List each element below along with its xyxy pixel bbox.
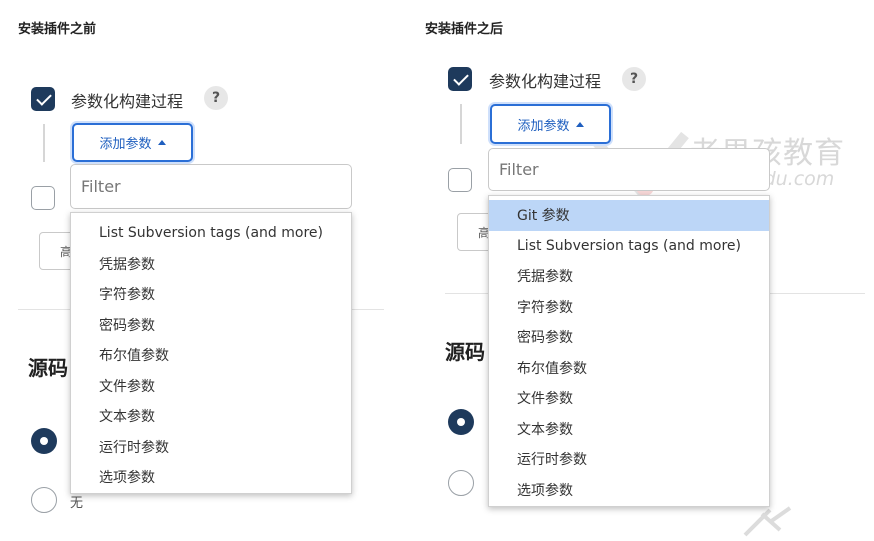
right-section-heading: 源码	[445, 340, 485, 364]
left-indent-line	[43, 124, 45, 162]
right-radio-selected[interactable]	[448, 409, 474, 435]
left-menu-item[interactable]: 文件参数	[71, 371, 351, 402]
left-unchecked-checkbox[interactable]	[31, 186, 55, 210]
right-menu-item[interactable]: 运行时参数	[489, 444, 769, 475]
right-filter-placeholder: Filter	[499, 160, 539, 179]
left-checkbox-label: 参数化构建过程	[71, 92, 184, 111]
right-add-parameter-label: 添加参数	[517, 118, 570, 134]
right-menu-item[interactable]: List Subversion tags (and more)	[489, 231, 769, 262]
right-dropdown-menu: Git 参数 List Subversion tags (and more) 凭…	[488, 195, 770, 507]
left-radio-label: 无	[70, 496, 84, 511]
caret-up-icon	[157, 140, 166, 145]
checkmark-icon	[453, 70, 469, 86]
left-menu-item[interactable]: 运行时参数	[71, 432, 351, 463]
caret-up-icon	[575, 121, 584, 127]
left-menu-item[interactable]: 选项参数	[71, 462, 351, 493]
left-menu-item[interactable]: 密码参数	[71, 310, 351, 341]
left-panel-title: 安装插件之前	[18, 22, 97, 37]
left-menu-item[interactable]: 凭据参数	[71, 249, 351, 280]
left-menu-item[interactable]: 文本参数	[71, 401, 351, 432]
left-menu-item[interactable]: 字符参数	[71, 279, 351, 310]
right-menu-item[interactable]: 布尔值参数	[489, 353, 769, 384]
right-indent-line	[460, 104, 462, 144]
right-parameterized-checkbox[interactable]	[448, 67, 472, 91]
right-help-icon[interactable]: ?	[622, 67, 646, 91]
right-filter-input[interactable]: Filter	[488, 148, 770, 191]
left-filter-placeholder: Filter	[81, 177, 121, 196]
right-radio-unselected[interactable]	[448, 470, 474, 496]
left-filter-input[interactable]: Filter	[70, 164, 352, 209]
left-menu-item[interactable]: List Subversion tags (and more)	[71, 218, 351, 249]
right-menu-item[interactable]: 文本参数	[489, 414, 769, 445]
right-unchecked-checkbox[interactable]	[448, 168, 472, 192]
left-add-parameter-label: 添加参数	[99, 137, 152, 152]
checkmark-icon	[36, 90, 52, 106]
right-panel-title: 安装插件之后	[425, 22, 504, 37]
left-menu-item[interactable]: 布尔值参数	[71, 340, 351, 371]
right-menu-item-highlighted[interactable]: Git 参数	[489, 200, 769, 231]
left-parameterized-checkbox[interactable]	[31, 87, 55, 111]
left-section-heading: 源码	[28, 356, 68, 380]
left-radio-unselected[interactable]	[31, 487, 57, 513]
right-menu-item[interactable]: 字符参数	[489, 292, 769, 323]
left-help-icon[interactable]: ?	[204, 86, 228, 110]
right-menu-item[interactable]: 文件参数	[489, 383, 769, 414]
right-checkbox-label: 参数化构建过程	[489, 72, 602, 91]
right-add-parameter-button[interactable]: 添加参数	[490, 104, 611, 144]
right-menu-item[interactable]: 凭据参数	[489, 261, 769, 292]
left-dropdown-menu: List Subversion tags (and more) 凭据参数 字符参…	[70, 212, 352, 494]
right-menu-item[interactable]: 密码参数	[489, 322, 769, 353]
right-menu-item[interactable]: 选项参数	[489, 475, 769, 506]
left-add-parameter-button[interactable]: 添加参数	[72, 123, 193, 162]
left-radio-selected[interactable]	[31, 428, 57, 454]
